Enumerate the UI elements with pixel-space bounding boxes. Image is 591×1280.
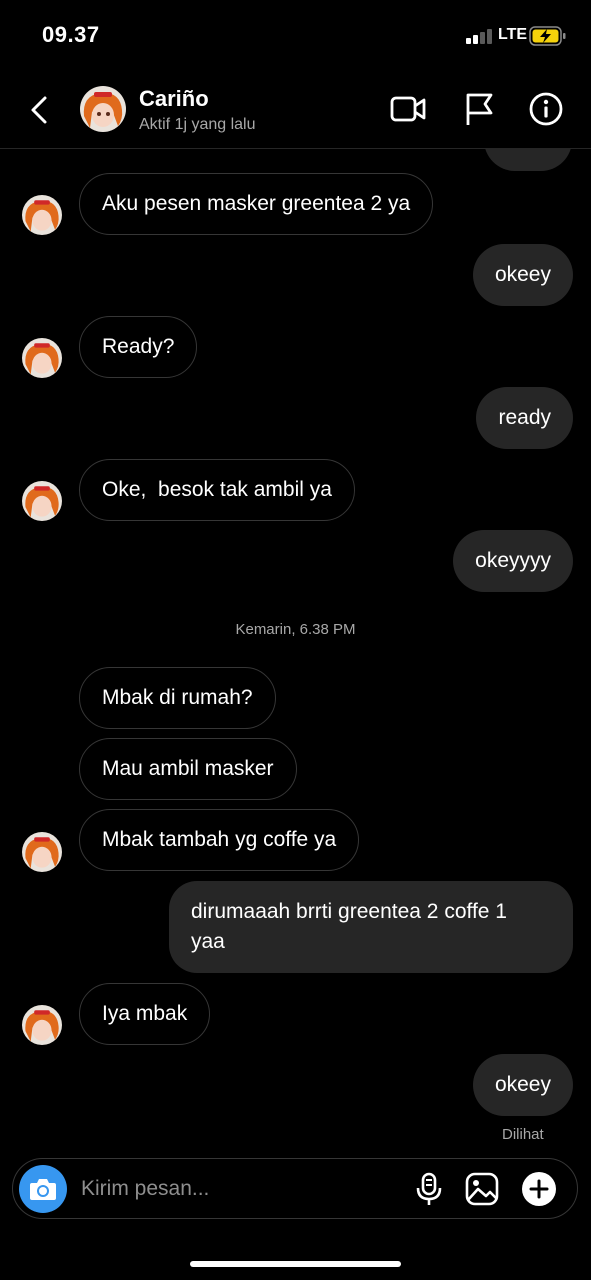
message-in[interactable]: Mbak di rumah? — [79, 667, 276, 729]
gallery-icon[interactable] — [464, 1171, 500, 1207]
message-line: yaa — [191, 930, 225, 953]
battery-charging-icon — [529, 26, 566, 46]
chevron-left-icon[interactable] — [26, 92, 52, 128]
signal-bars-icon — [466, 28, 494, 44]
sender-avatar[interactable] — [22, 1005, 62, 1045]
chat-header: Cariño Aktif 1j yang lalu — [0, 72, 591, 149]
message-input[interactable]: Kirim pesan... — [81, 1177, 209, 1201]
message-out[interactable]: okeey — [472, 1054, 573, 1116]
message-in[interactable]: Oke, besok tak ambil ya — [79, 459, 355, 521]
sender-avatar[interactable] — [22, 832, 62, 872]
seen-indicator: Dilihat — [502, 1126, 544, 1143]
plus-icon[interactable] — [521, 1171, 557, 1207]
message-out[interactable]: ready — [476, 387, 573, 449]
message-out[interactable]: okeyyyy — [453, 530, 573, 592]
info-icon[interactable] — [527, 90, 565, 128]
message-in[interactable]: Aku pesen masker greentea 2 ya — [79, 173, 434, 235]
status-bar: 09.37 LTE — [0, 0, 591, 70]
sender-avatar[interactable] — [22, 195, 62, 235]
camera-button[interactable] — [19, 1165, 67, 1213]
message-out-partial[interactable] — [484, 149, 572, 171]
contact-status: Aktif 1j yang lalu — [139, 116, 256, 133]
message-in[interactable]: Ready? — [79, 316, 198, 378]
contact-name[interactable]: Cariño — [139, 86, 209, 112]
video-call-icon[interactable] — [389, 90, 427, 128]
message-line: dirumaaah brrti greentea 2 coffe 1 — [191, 900, 507, 923]
flag-icon[interactable] — [460, 90, 498, 128]
message-in[interactable]: Mau ambil masker — [79, 738, 297, 800]
message-composer[interactable]: Kirim pesan... — [12, 1158, 578, 1219]
contact-avatar[interactable] — [80, 86, 126, 132]
message-thread[interactable]: Aku pesen masker greentea 2 ya okeey Rea… — [0, 149, 591, 1149]
sender-avatar[interactable] — [22, 481, 62, 521]
network-label: LTE — [498, 26, 528, 43]
microphone-icon[interactable] — [411, 1171, 447, 1207]
message-out-multiline[interactable]: dirumaaah brrti greentea 2 coffe 1 yaa — [169, 881, 573, 973]
sender-avatar[interactable] — [22, 338, 62, 378]
message-in[interactable]: Mbak tambah yg coffe ya — [79, 809, 360, 871]
home-indicator[interactable] — [190, 1261, 401, 1267]
timestamp-divider: Kemarin, 6.38 PM — [235, 621, 356, 638]
status-time: 09.37 — [42, 22, 100, 47]
camera-icon — [30, 1179, 56, 1200]
message-out[interactable]: okeey — [472, 244, 573, 306]
message-in[interactable]: Iya mbak — [79, 983, 211, 1045]
